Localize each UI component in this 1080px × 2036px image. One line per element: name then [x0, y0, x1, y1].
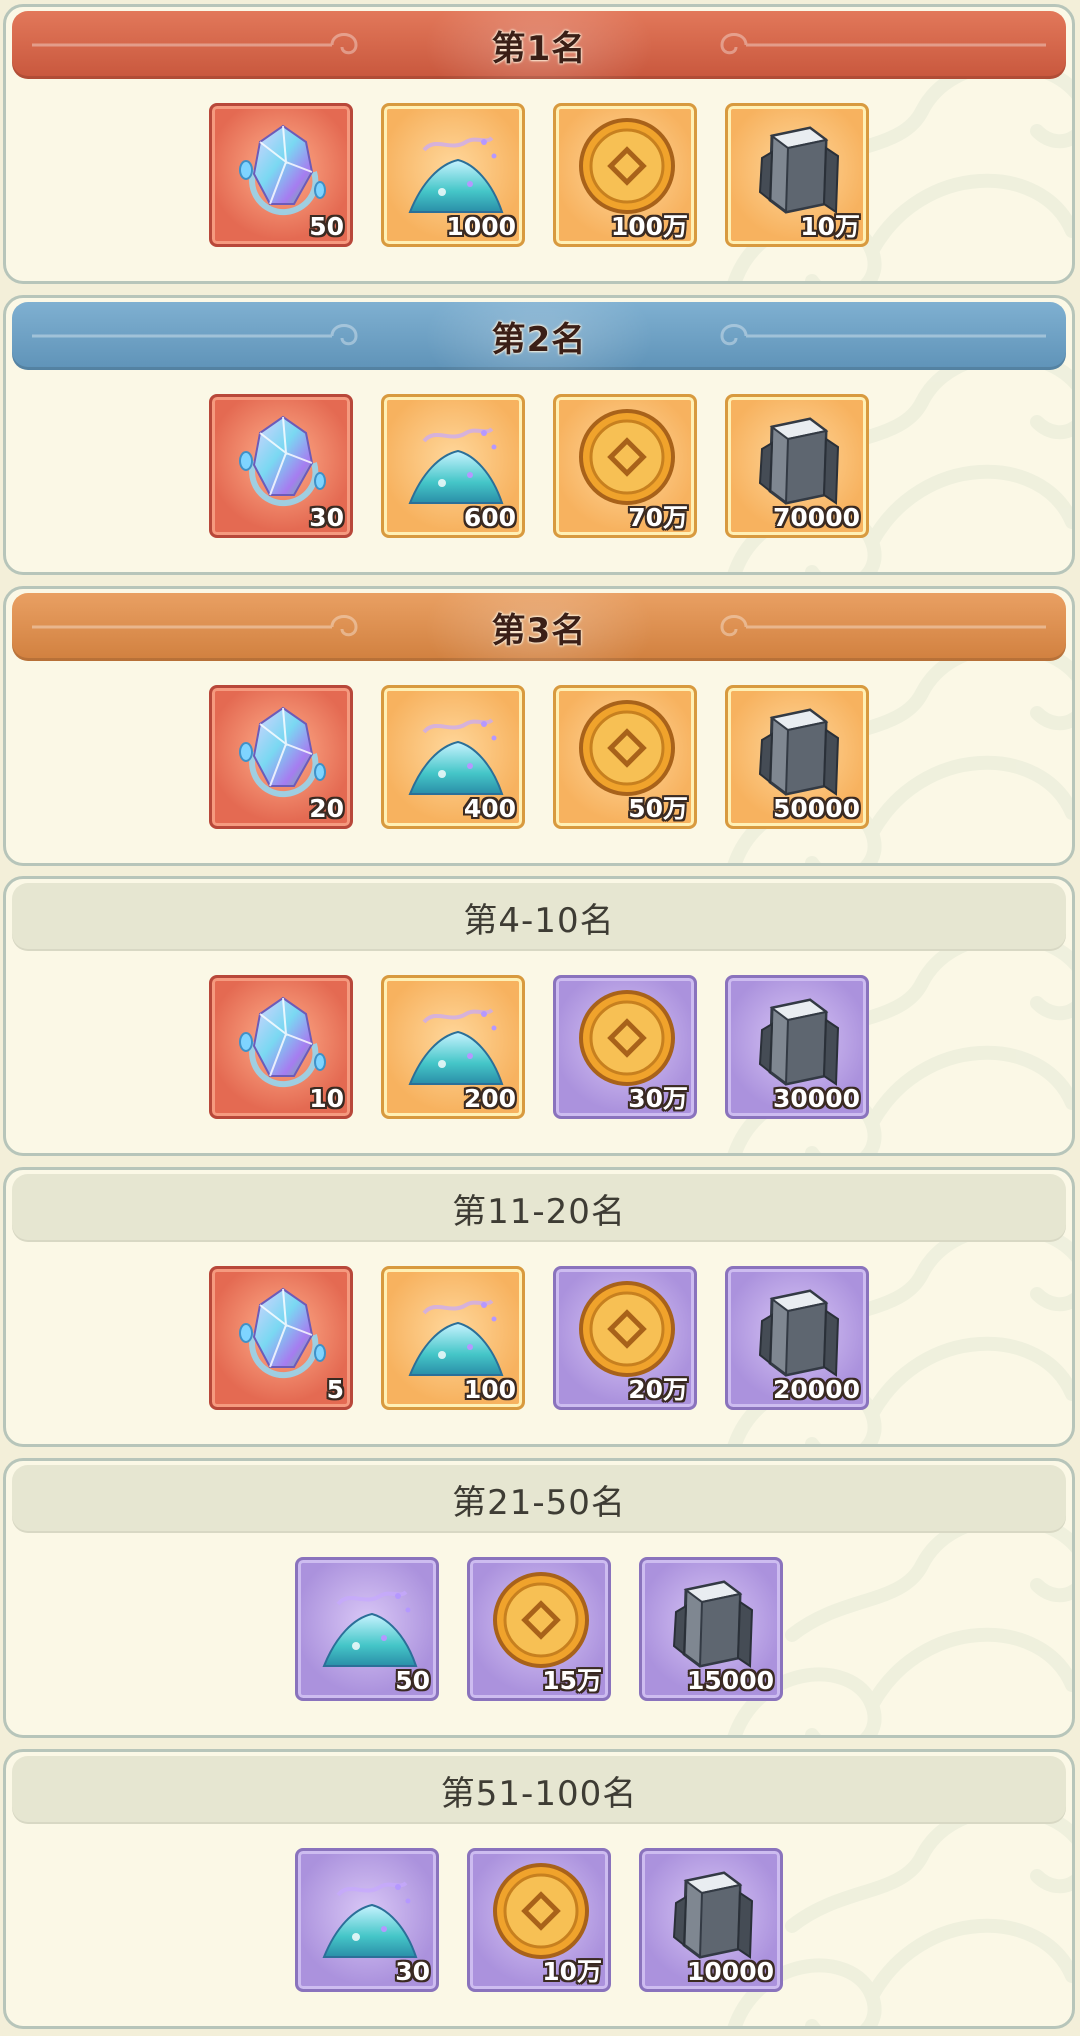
reward-item-spirit-dust[interactable]: 30: [295, 1848, 439, 1992]
reward-tier-list: 第1名 50 1000 100万 10万 第2名 30 600 70万 7000…: [0, 0, 1080, 2036]
reward-item-spirit-dust[interactable]: 400: [381, 685, 525, 829]
tier-title: 第11-20名: [452, 1191, 626, 1232]
item-count: 50000: [773, 794, 860, 823]
reward-item-iron-ore[interactable]: 15000: [639, 1557, 783, 1701]
reward-item-row: 30 600 70万 70000: [6, 394, 1072, 538]
tier-title: 第1名: [491, 28, 587, 69]
reward-item-crystal-egg[interactable]: 20: [209, 685, 353, 829]
swirl-ornament-left: [32, 33, 358, 55]
item-count: 10000: [687, 1957, 774, 1986]
reward-item-iron-ore[interactable]: 10万: [725, 103, 869, 247]
tier-title: 第21-50名: [452, 1482, 626, 1523]
item-count: 15000: [687, 1666, 774, 1695]
item-count: 10: [309, 1084, 344, 1113]
item-count: 600: [463, 503, 516, 532]
reward-item-row: 50 1000 100万 10万: [6, 103, 1072, 247]
reward-item-copper-coin[interactable]: 20万: [553, 1266, 697, 1410]
reward-item-crystal-egg[interactable]: 5: [209, 1266, 353, 1410]
tier-header: 第2名: [12, 302, 1066, 370]
item-count: 15万: [542, 1666, 602, 1695]
reward-tier-card-7: 第51-100名 30 10万 10000: [3, 1749, 1075, 2029]
item-count: 10万: [542, 1957, 602, 1986]
tier-title: 第2名: [491, 319, 587, 360]
item-count: 70万: [628, 503, 688, 532]
reward-item-spirit-dust[interactable]: 1000: [381, 103, 525, 247]
reward-tier-card-3: 第3名 20 400 50万 50000: [3, 586, 1075, 866]
item-count: 10万: [800, 212, 860, 241]
item-count: 400: [463, 794, 516, 823]
reward-tier-card-4: 第4-10名 10 200 30万 30000: [3, 876, 1075, 1156]
reward-item-crystal-egg[interactable]: 10: [209, 975, 353, 1119]
reward-item-iron-ore[interactable]: 70000: [725, 394, 869, 538]
reward-item-spirit-dust[interactable]: 100: [381, 1266, 525, 1410]
item-count: 1000: [446, 212, 516, 241]
reward-item-iron-ore[interactable]: 10000: [639, 1848, 783, 1992]
tier-title: 第3名: [491, 610, 587, 651]
item-count: 20000: [773, 1375, 860, 1404]
tier-header: 第3名: [12, 593, 1066, 661]
reward-item-copper-coin[interactable]: 100万: [553, 103, 697, 247]
item-count: 50: [309, 212, 344, 241]
crystal-egg-icon: [239, 1287, 326, 1379]
reward-tier-card-2: 第2名 30 600 70万 70000: [3, 295, 1075, 575]
reward-item-copper-coin[interactable]: 50万: [553, 685, 697, 829]
item-count: 20万: [628, 1375, 688, 1404]
item-count: 50: [395, 1666, 430, 1695]
reward-item-row: 20 400 50万 50000: [6, 685, 1072, 829]
item-count: 50万: [628, 794, 688, 823]
item-count: 30: [395, 1957, 430, 1986]
item-count: 30万: [628, 1084, 688, 1113]
reward-item-iron-ore[interactable]: 20000: [725, 1266, 869, 1410]
item-count: 100万: [610, 212, 688, 241]
reward-item-row: 5 100 20万 20000: [6, 1266, 1072, 1410]
reward-item-spirit-dust[interactable]: 50: [295, 1557, 439, 1701]
tier-header: 第11-20名: [12, 1174, 1066, 1242]
reward-item-copper-coin[interactable]: 30万: [553, 975, 697, 1119]
tier-header: 第51-100名: [12, 1756, 1066, 1824]
reward-item-iron-ore[interactable]: 50000: [725, 685, 869, 829]
reward-item-copper-coin[interactable]: 10万: [467, 1848, 611, 1992]
reward-item-spirit-dust[interactable]: 600: [381, 394, 525, 538]
tier-header: 第1名: [12, 11, 1066, 79]
reward-tier-card-1: 第1名 50 1000 100万 10万: [3, 4, 1075, 284]
reward-item-crystal-egg[interactable]: 30: [209, 394, 353, 538]
tier-header: 第4-10名: [12, 883, 1066, 951]
swirl-ornament-left: [32, 324, 358, 346]
reward-item-copper-coin[interactable]: 70万: [553, 394, 697, 538]
reward-item-row: 10 200 30万 30000: [6, 975, 1072, 1119]
reward-tier-card-5: 第11-20名 5 100 20万 20000: [3, 1167, 1075, 1447]
item-count: 5: [326, 1375, 344, 1404]
swirl-ornament-right: [720, 615, 1046, 637]
reward-item-copper-coin[interactable]: 15万: [467, 1557, 611, 1701]
reward-item-crystal-egg[interactable]: 50: [209, 103, 353, 247]
tier-title: 第51-100名: [440, 1773, 638, 1814]
swirl-ornament-right: [720, 324, 1046, 346]
item-count: 20: [309, 794, 344, 823]
swirl-ornament-right: [720, 33, 1046, 55]
reward-tier-card-6: 第21-50名 50 15万 15000: [3, 1458, 1075, 1738]
reward-item-row: 30 10万 10000: [6, 1848, 1072, 1992]
reward-item-row: 50 15万 15000: [6, 1557, 1072, 1701]
item-count: 100: [463, 1375, 516, 1404]
tier-title: 第4-10名: [463, 900, 615, 941]
reward-item-iron-ore[interactable]: 30000: [725, 975, 869, 1119]
reward-item-spirit-dust[interactable]: 200: [381, 975, 525, 1119]
item-count: 200: [463, 1084, 516, 1113]
item-count: 30: [309, 503, 344, 532]
item-count: 70000: [773, 503, 860, 532]
swirl-ornament-left: [32, 615, 358, 637]
item-count: 30000: [773, 1084, 860, 1113]
tier-header: 第21-50名: [12, 1465, 1066, 1533]
